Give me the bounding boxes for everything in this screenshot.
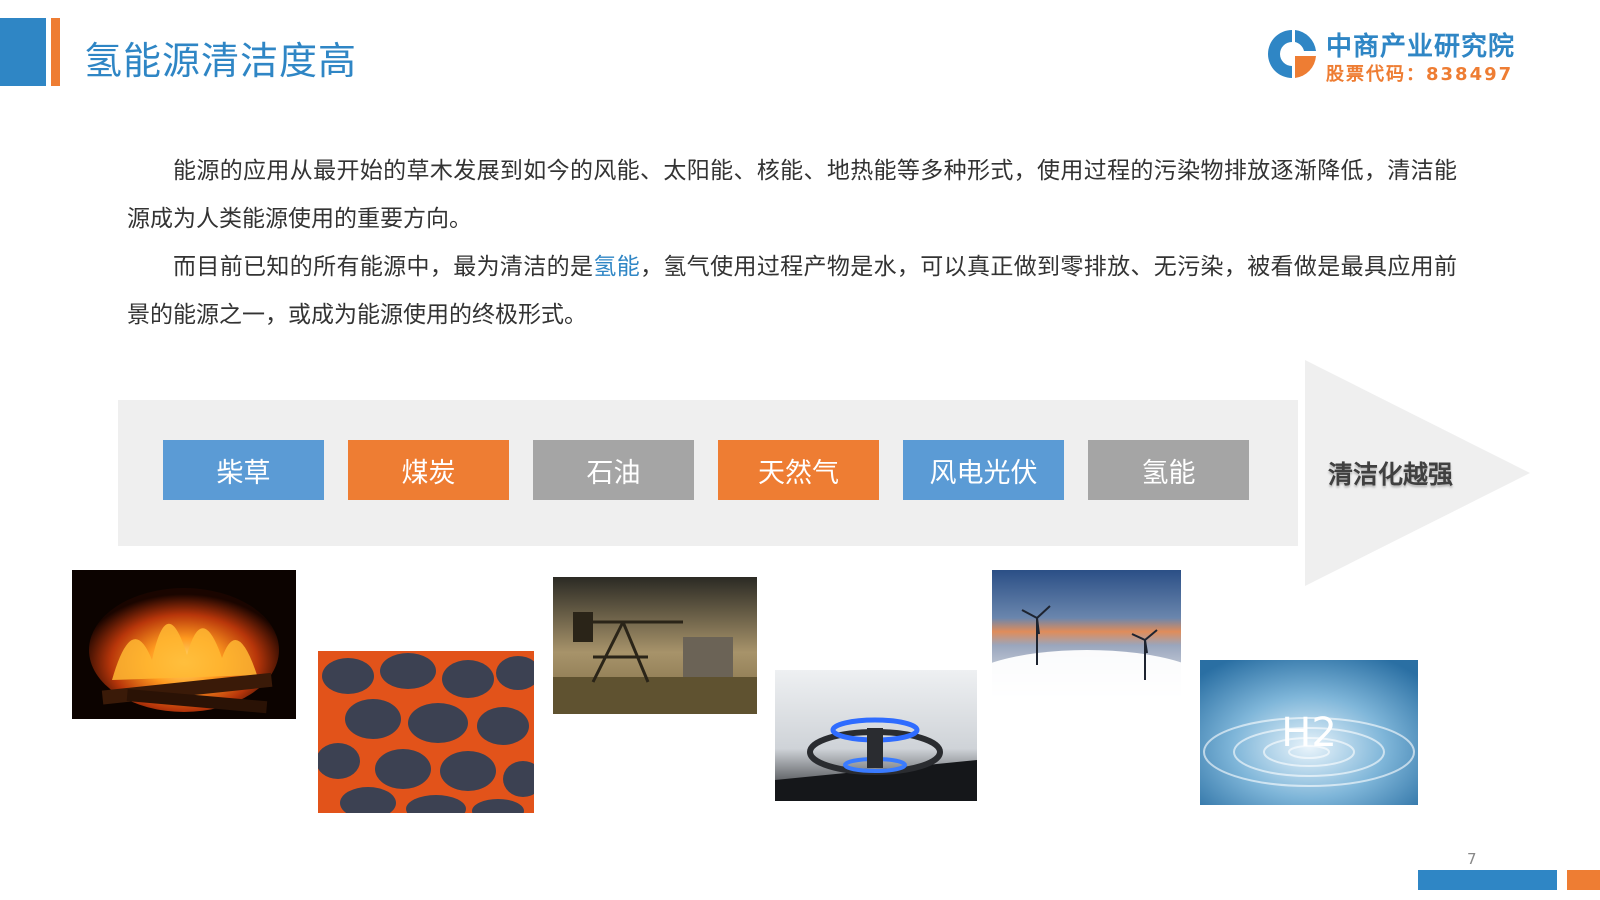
photo-oil-pump — [553, 577, 757, 714]
page-title: 氢能源清洁度高 — [84, 39, 358, 83]
page-number: 7 — [1467, 850, 1477, 868]
logo-company-name: 中商产业研究院 — [1326, 32, 1516, 62]
arrow-label: 清洁化越强 — [1328, 460, 1454, 489]
photo-wind-turbines — [992, 570, 1181, 707]
stage-firewood: 柴草 — [163, 440, 324, 500]
footer-accent-orange — [1567, 870, 1600, 890]
company-logo: 中商产业研究院 股票代码：838497 — [1264, 24, 1514, 86]
paragraph-2-lead: 而目前已知的所有能源中，最为清洁的是 — [173, 254, 594, 280]
photo-firewood — [72, 570, 296, 719]
stage-natural-gas: 天然气 — [718, 440, 879, 500]
stage-wind-solar: 风电光伏 — [903, 440, 1064, 500]
photo-coal — [318, 651, 534, 813]
stage-coal: 煤炭 — [348, 440, 509, 500]
stage-oil: 石油 — [533, 440, 694, 500]
logo-stock-code: 股票代码：838497 — [1326, 64, 1514, 85]
logo-mark-icon — [1264, 26, 1320, 82]
h2-label: H2 — [1281, 709, 1337, 756]
photo-water-ripple: H2 — [1200, 660, 1418, 805]
footer-accent-blue — [1418, 870, 1557, 890]
stage-hydrogen: 氢能 — [1088, 440, 1249, 500]
hydrogen-highlight: 氢能 — [593, 254, 641, 280]
paragraph-1: 能源的应用从最开始的草木发展到如今的风能、太阳能、核能、地热能等多种形式，使用过… — [127, 158, 1457, 232]
header-accent-orange — [51, 18, 60, 86]
paragraph-2: 而目前已知的所有能源中，最为清洁的是氢能，氢气使用过程产物是水，可以真正做到零排… — [127, 243, 1457, 339]
photo-gas-stove — [775, 670, 977, 801]
header-accent-blue — [0, 18, 46, 86]
